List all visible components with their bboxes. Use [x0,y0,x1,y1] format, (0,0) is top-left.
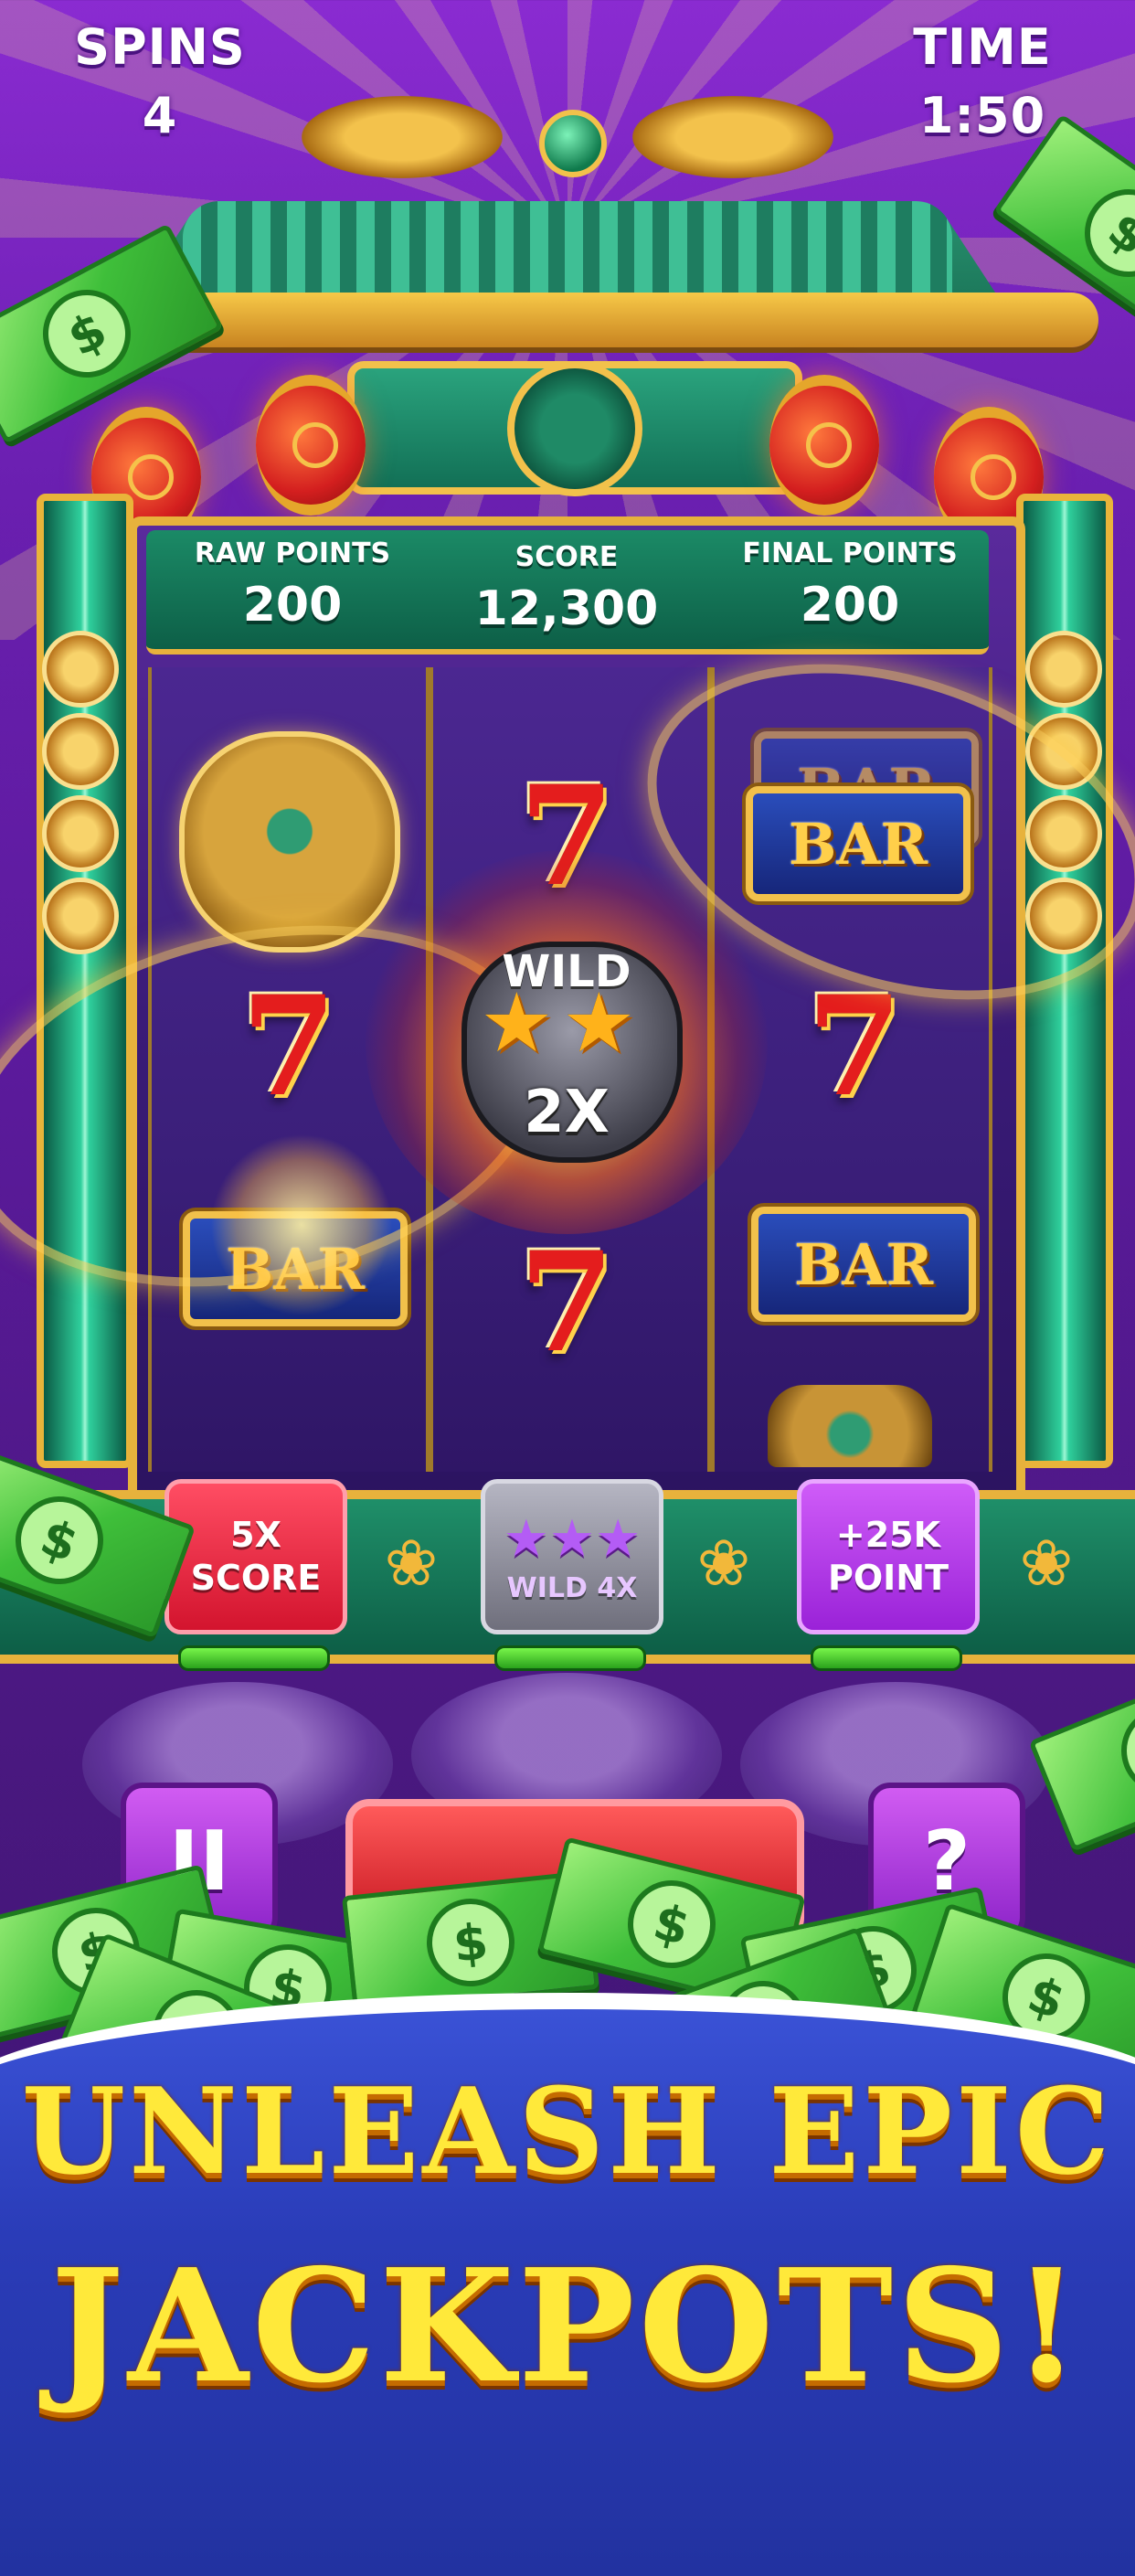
booster-line1: +25K [835,1514,941,1555]
lotus-icon: ❀ [696,1526,751,1601]
booster-wild-4x[interactable]: ★★★ WILD 4X [481,1479,663,1634]
booster-line1: 5X [230,1514,281,1555]
lotus-icon: ❀ [384,1526,439,1601]
booster-line1: WILD 4X [506,1572,638,1605]
dragon-ornament-left [302,96,503,178]
wild-label: WILD [502,946,631,997]
tagline-line2: JACKPOTS! [50,2235,1085,2418]
dollar-sign: $ [422,1894,519,1991]
cash-bill-icon: $ [1028,1649,1135,1852]
lion-head-symbol [179,731,400,953]
triple-star-icon: ★★★ [503,1509,642,1570]
booster-line2: SCORE [190,1558,322,1598]
coin-icon [42,631,119,708]
glow-orb [210,1134,393,1316]
lantern-icon [769,375,879,516]
booster-progress [178,1645,330,1671]
coin-icon [42,795,119,872]
lotus-icon: ❀ [1019,1526,1074,1601]
raw-points-label: RAW POINTS [194,538,391,569]
booster-progress [811,1645,962,1671]
raw-points-value: 200 [242,578,343,633]
coin-icon [1025,631,1102,708]
bar-symbol-text: BAR [793,1230,934,1298]
booster-25k-point[interactable]: +25K POINT [797,1479,980,1634]
final-points-value: 200 [800,578,900,633]
spins-value: 4 [142,87,178,144]
time-label: TIME [913,18,1052,76]
coin-icon [42,878,119,954]
dollar-sign: $ [3,1484,116,1597]
booster-5x-score[interactable]: 5X SCORE [164,1479,347,1634]
booster-line2: POINT [827,1558,949,1598]
spins-label: SPINS [74,18,246,76]
dollar-sign: $ [618,1870,726,1978]
lantern-icon [256,375,366,516]
booster-progress [494,1645,646,1671]
bar-symbol: BAR [751,1207,976,1322]
dollar-sign: $ [27,274,146,393]
coin-icon [42,713,119,790]
score-value: 12,300 [474,581,659,636]
roof-tiles [183,201,952,302]
jade-ornament [768,1385,932,1467]
seven-symbol: 7 [518,1222,615,1383]
jade-jewel-icon [539,110,607,177]
seven-symbol: 7 [806,966,903,1127]
final-points-label: FINAL POINTS [742,538,958,569]
dollar-sign: $ [1108,1693,1135,1808]
score-label: SCORE [514,541,619,573]
wild-multiplier: 2X [524,1079,610,1146]
medallion-icon [507,361,642,496]
tagline-line1: UNLEASH EPIC [21,2061,1114,2201]
dragon-ornament-right [632,96,833,178]
